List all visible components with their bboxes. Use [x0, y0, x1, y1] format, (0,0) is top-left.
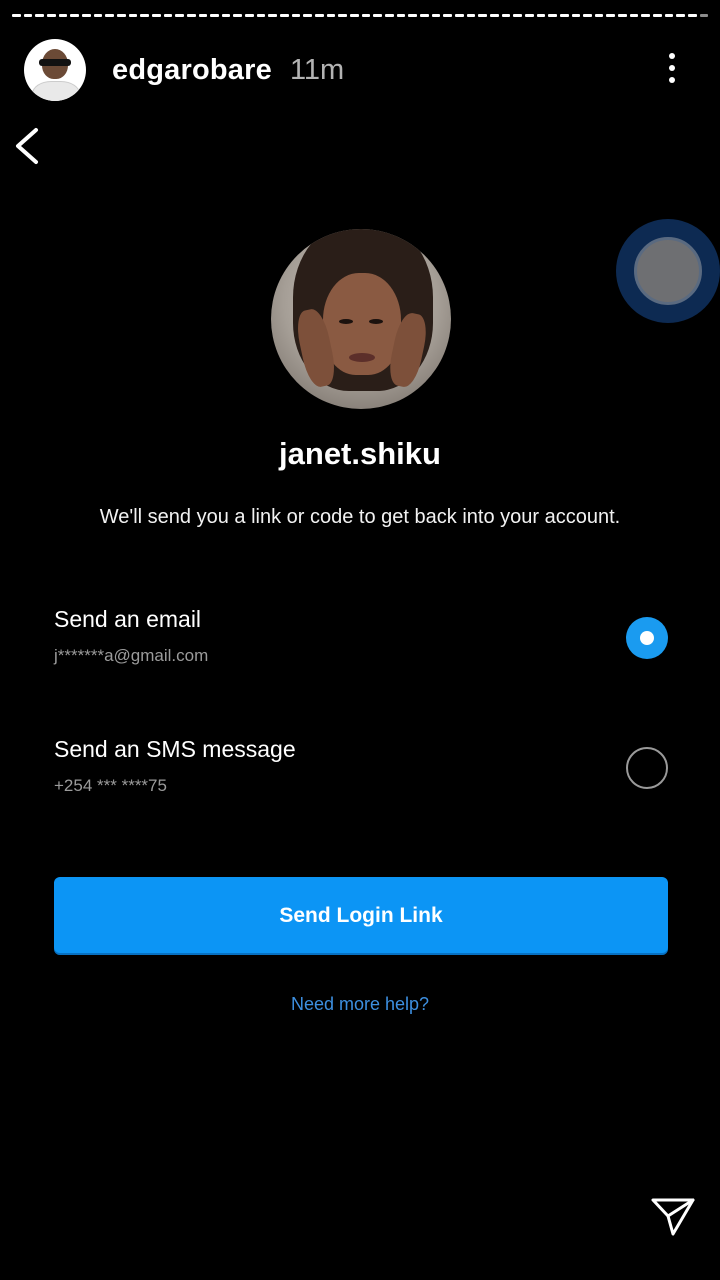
progress-segment — [641, 14, 651, 17]
need-more-help-link[interactable]: Need more help? — [0, 994, 720, 1015]
radio-sms-unselected[interactable] — [626, 747, 668, 789]
more-vertical-icon — [669, 53, 675, 59]
recovery-subtitle: We'll send you a link or code to get bac… — [99, 506, 621, 528]
progress-segment — [443, 14, 452, 17]
progress-segment — [46, 14, 56, 17]
progress-segment — [548, 14, 557, 17]
progress-segment — [245, 14, 254, 17]
progress-segment — [373, 14, 382, 17]
chevron-left-icon — [16, 128, 38, 164]
progress-segment — [221, 14, 231, 17]
progress-segment — [699, 14, 709, 17]
progress-segment — [268, 14, 278, 17]
profile-username: janet.shiku — [279, 436, 441, 471]
progress-segment — [210, 14, 219, 17]
option-title: Send an SMS message — [54, 736, 296, 762]
progress-segment — [326, 14, 336, 17]
profile-avatar — [271, 229, 451, 409]
progress-segment — [303, 14, 313, 17]
more-options-button[interactable] — [656, 48, 688, 88]
story-progress-bar — [12, 14, 709, 18]
progress-segment — [664, 14, 674, 17]
progress-segment — [454, 14, 464, 17]
progress-segment — [140, 14, 149, 17]
progress-segment — [559, 14, 569, 17]
progress-segment — [618, 14, 627, 17]
progress-segment — [105, 14, 114, 17]
progress-segment — [361, 14, 371, 17]
story-username[interactable]: edgarobare — [112, 54, 272, 87]
progress-segment — [524, 14, 534, 17]
progress-segment — [23, 14, 33, 17]
progress-segment — [70, 14, 79, 17]
progress-segment — [58, 14, 68, 17]
progress-segment — [385, 14, 394, 17]
progress-segment — [408, 14, 417, 17]
touch-indicator-dot — [634, 237, 702, 305]
progress-segment — [501, 14, 511, 17]
progress-segment — [466, 14, 476, 17]
progress-segment — [338, 14, 348, 17]
progress-segment — [81, 14, 91, 17]
send-login-link-button[interactable]: Send Login Link — [54, 877, 668, 955]
progress-segment — [256, 14, 266, 17]
progress-segment — [606, 14, 616, 17]
story-author-avatar[interactable] — [24, 39, 86, 101]
progress-segment — [629, 14, 639, 17]
progress-segment — [151, 14, 161, 17]
avatar-shirt — [32, 81, 80, 101]
progress-segment — [571, 14, 581, 17]
back-button[interactable] — [10, 124, 46, 168]
option-title: Send an email — [54, 606, 202, 632]
progress-segment — [175, 14, 184, 17]
touch-indicator — [616, 219, 720, 323]
progress-segment — [163, 14, 173, 17]
progress-segment — [396, 14, 406, 17]
progress-segment — [93, 14, 103, 17]
progress-segment — [653, 14, 662, 17]
avatar-sunglasses — [39, 59, 71, 66]
story-header: edgarobare 11m — [24, 38, 344, 102]
option-send-sms[interactable]: Send an SMS message +254 *** ****75 — [54, 736, 668, 806]
option-detail: +254 *** ****75 — [54, 776, 167, 795]
progress-segment — [688, 14, 697, 17]
progress-segment — [350, 14, 359, 17]
option-send-email[interactable]: Send an email j*******a@gmail.com — [54, 606, 668, 676]
option-detail: j*******a@gmail.com — [54, 646, 209, 665]
radio-email-selected[interactable] — [626, 617, 668, 659]
paper-plane-icon — [651, 1198, 695, 1236]
progress-segment — [536, 14, 546, 17]
progress-segment — [280, 14, 289, 17]
send-message-button[interactable] — [650, 1196, 696, 1238]
progress-segment — [594, 14, 604, 17]
progress-segment — [233, 14, 243, 17]
story-timestamp: 11m — [289, 53, 345, 86]
progress-segment — [583, 14, 592, 17]
progress-segment — [431, 14, 441, 17]
progress-segment — [128, 14, 138, 17]
progress-segment — [116, 14, 126, 17]
progress-segment — [291, 14, 301, 17]
progress-segment — [12, 14, 21, 17]
progress-segment — [186, 14, 196, 17]
progress-segment — [315, 14, 324, 17]
progress-segment — [198, 14, 208, 17]
progress-segment — [478, 14, 487, 17]
progress-segment — [676, 14, 686, 17]
progress-segment — [513, 14, 522, 17]
progress-segment — [419, 14, 429, 17]
progress-segment — [35, 14, 44, 17]
progress-segment — [489, 14, 499, 17]
